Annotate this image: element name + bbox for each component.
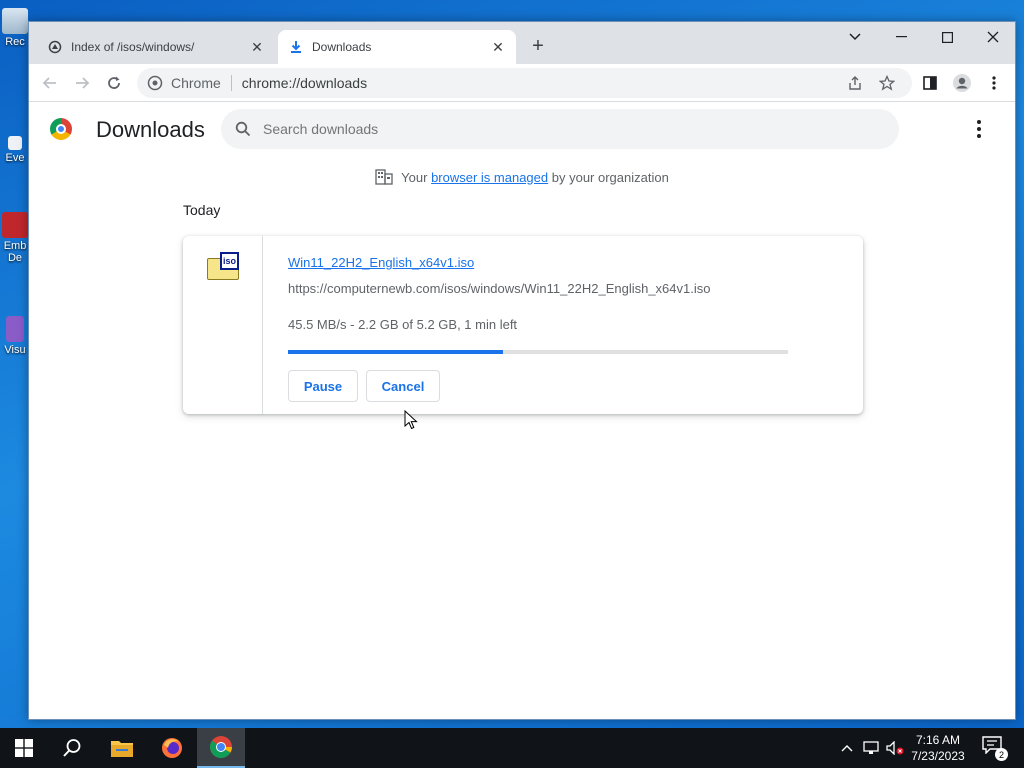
visual-studio-icon [6,316,24,342]
chrome-logo-icon [50,118,72,140]
recycle-bin-icon [2,8,28,34]
tab-strip: Index of /isos/windows/ ✕ Downloads ✕ + [29,22,1015,64]
download-status: 45.5 MB/s - 2.2 GB of 5.2 GB, 1 min left [288,317,518,332]
omnibox-divider [230,75,232,91]
volume-muted-icon[interactable] [884,728,906,768]
more-vert-icon [992,76,996,90]
taskbar-file-explorer[interactable] [98,728,146,768]
desktop-icon-label: De [7,252,23,264]
downloads-menu-button[interactable] [969,118,989,140]
download-icon [288,39,304,55]
taskbar: 7:16 AM 7/23/2023 2 [0,728,1024,768]
download-source-url: https://computernewb.com/isos/windows/Wi… [288,281,711,296]
desktop-icon-label: Eve [5,152,25,164]
side-panel-icon [923,76,937,90]
date-section-label: Today [183,202,221,218]
taskbar-chrome[interactable] [197,728,245,768]
close-tab-icon[interactable]: ✕ [490,39,506,55]
download-file-name[interactable]: Win11_22H2_English_x64v1.iso [288,255,474,270]
iso-file-icon: iso [207,252,239,282]
folder-icon [111,741,133,757]
recycle-bin-shortcut[interactable]: Rec [0,8,30,48]
taskbar-clock[interactable]: 7:16 AM 7/23/2023 [906,732,970,764]
pause-button[interactable]: Pause [288,370,358,402]
cancel-button[interactable]: Cancel [366,370,440,402]
menu-dot [977,134,981,138]
firefox-icon [162,738,182,758]
arrow-left-icon [42,77,56,89]
forward-button[interactable] [67,68,97,98]
event-viewer-shortcut[interactable]: Eve [0,136,30,164]
chrome-menu-button[interactable] [979,68,1009,98]
notification-count-badge: 2 [995,748,1008,761]
downloads-page: Downloads Your browser is managed by you… [29,102,1015,719]
managed-link[interactable]: browser is managed [431,170,548,185]
network-icon[interactable] [860,728,882,768]
tab-title: Downloads [312,40,372,54]
start-button[interactable] [0,728,48,768]
search-input[interactable] [263,121,863,137]
shortcut-arrow-icon [8,136,22,150]
taskbar-search-button[interactable] [48,728,96,768]
embarcadero-shortcut[interactable]: Emb De [0,212,30,264]
chrome-icon [209,736,232,758]
desktop-icon-label: Emb [3,240,27,252]
site-info-chip[interactable]: Chrome [137,75,221,91]
visual-studio-shortcut[interactable]: Visu [0,316,30,356]
page-title: Downloads [96,117,205,142]
tab-index-of-isos[interactable]: Index of /isos/windows/ ✕ [37,30,275,64]
tab-downloads[interactable]: Downloads ✕ [278,30,516,64]
show-hidden-icons-chevron-icon[interactable] [836,728,858,768]
profile-button[interactable] [947,68,977,98]
profile-avatar-icon [953,74,971,92]
search-icon [223,121,263,137]
tab-title: Index of /isos/windows/ [71,40,195,54]
action-center-button[interactable]: 2 [982,736,1008,761]
iso-badge: iso [220,252,239,270]
mouse-cursor-icon [404,410,418,430]
reload-button[interactable] [99,68,129,98]
taskbar-firefox[interactable] [148,728,196,768]
download-progress-bar [288,350,788,354]
windows-logo-icon [15,739,33,757]
address-bar[interactable]: Chrome chrome://downloads [137,68,912,98]
clock-time: 7:16 AM [915,733,961,747]
maximize-button[interactable] [924,22,970,52]
download-item: iso Win11_22H2_English_x64v1.iso https:/… [183,236,863,414]
chrome-site-icon [147,75,163,91]
close-tab-icon[interactable]: ✕ [249,39,265,55]
managed-prefix: Your [401,169,428,185]
reload-icon [108,76,120,89]
downloads-search[interactable] [221,109,899,149]
url-text: chrome://downloads [241,75,368,91]
clock-date: 7/23/2023 [911,749,965,763]
chrome-window: Index of /isos/windows/ ✕ Downloads ✕ + [28,21,1016,720]
downloads-header: Downloads [29,102,1015,156]
managed-notice: Your browser is managed by your organiza… [29,169,1015,185]
desktop-icon-label: Rec [5,36,25,48]
arrow-right-icon [76,77,90,89]
side-panel-button[interactable] [915,68,945,98]
download-icon-column: iso [183,236,263,414]
back-button[interactable] [35,68,65,98]
search-icon [63,739,81,757]
menu-dot [977,120,981,124]
bookmark-star-icon[interactable] [872,68,902,98]
minimize-button[interactable] [878,22,924,52]
embarcadero-icon [2,212,28,238]
menu-dot [977,127,981,131]
site-label: Chrome [171,75,221,91]
page-icon [47,39,63,55]
download-progress-fill [288,350,503,354]
share-icon[interactable] [840,68,870,98]
tab-search-chevron-icon[interactable] [832,22,878,52]
desktop-icon-label: Visu [4,344,26,356]
managed-suffix: by your organization [551,169,669,185]
building-icon [375,169,393,185]
browser-toolbar: Chrome chrome://downloads [29,64,1015,102]
new-tab-button[interactable]: + [527,35,549,57]
close-window-button[interactable] [970,22,1015,52]
